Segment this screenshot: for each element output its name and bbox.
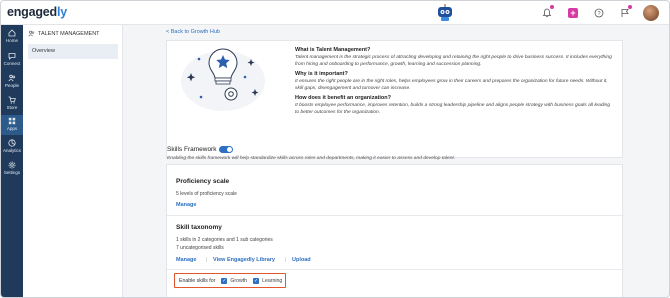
flag-icon[interactable] bbox=[615, 5, 635, 21]
sidebar-item-label: Analytics bbox=[2, 148, 21, 153]
answer-what-is-tm: Talent management is the strategic proce… bbox=[295, 55, 612, 67]
skill-taxonomy-title: Skill taxonomy bbox=[176, 224, 222, 231]
sidebar-item-label: Settings bbox=[3, 170, 21, 175]
upload-link[interactable]: Upload bbox=[292, 257, 311, 263]
back-to-growth-hub-link[interactable]: < Back to Growth Hub bbox=[166, 29, 220, 35]
people-icon bbox=[8, 74, 16, 82]
gear-icon bbox=[8, 161, 16, 169]
submenu-title: TALENT MANAGEMENT bbox=[38, 30, 100, 37]
notifications-icon[interactable] bbox=[537, 5, 557, 21]
learning-checkbox[interactable]: ✓ bbox=[253, 277, 260, 284]
sidebar-item-label: Apps bbox=[6, 126, 18, 131]
learning-checkbox-label[interactable]: Learning bbox=[262, 278, 282, 284]
link-separator: | bbox=[285, 257, 287, 263]
talent-management-menu: TALENT MANAGEMENT Overview bbox=[23, 25, 123, 297]
people-icon bbox=[28, 30, 35, 37]
sidebar-item-label: People bbox=[4, 83, 19, 88]
analytics-icon bbox=[8, 139, 16, 147]
flag-dot bbox=[628, 5, 632, 9]
question-how-benefit: How does it benefit an organization? bbox=[295, 95, 391, 101]
sidebar-item-apps[interactable]: Apps bbox=[1, 115, 23, 135]
notification-dot bbox=[550, 5, 554, 9]
top-icons: + ? bbox=[531, 5, 661, 21]
link-separator: | bbox=[206, 257, 208, 263]
section-divider bbox=[167, 215, 624, 216]
proficiency-scale-title: Proficiency scale bbox=[176, 178, 230, 185]
skills-framework-title: Skills Framework bbox=[167, 146, 217, 153]
view-engagedly-library-link[interactable]: View Engagedly Library bbox=[213, 257, 275, 263]
svg-text:?: ? bbox=[597, 11, 600, 17]
answer-how-benefit: It boosts employee performance, improves… bbox=[295, 103, 611, 115]
help-icon[interactable]: ? bbox=[589, 5, 609, 21]
skills-framework-panel: Proficiency scale 5 levels of proficienc… bbox=[166, 164, 624, 297]
info-card: What is Talent Management? Talent manage… bbox=[166, 40, 623, 158]
sidebar-item-label: Store bbox=[6, 105, 18, 110]
sidebar-item-label: Connect bbox=[3, 61, 21, 66]
growth-checkbox[interactable]: ✓ bbox=[221, 277, 228, 284]
sidebar-item-home[interactable]: Home bbox=[1, 29, 23, 43]
taxonomy-summary-line1: 1 skills in 2 categories and 1 sub categ… bbox=[176, 237, 273, 243]
question-why-important: Why is it important? bbox=[295, 71, 348, 77]
sidebar-item-store[interactable]: Store bbox=[1, 96, 23, 110]
submenu-header: TALENT MANAGEMENT bbox=[28, 30, 100, 37]
avatar[interactable] bbox=[641, 5, 661, 21]
section-divider bbox=[167, 269, 624, 270]
top-bar: engagedly + ? bbox=[1, 1, 669, 25]
apps-icon bbox=[8, 117, 16, 125]
skills-framework-description: Enabling the skills framework will help … bbox=[167, 156, 456, 161]
taxonomy-summary-line2: 7 uncategorised skills bbox=[176, 245, 224, 251]
chat-icon bbox=[8, 53, 16, 60]
main-sidebar: Home Connect People Store Apps Analytics… bbox=[1, 25, 23, 297]
create-plus-icon[interactable]: + bbox=[563, 5, 583, 21]
robot-mascot-icon[interactable] bbox=[435, 4, 455, 22]
main-content: < Back to Growth Hub What is Talent Mana… bbox=[128, 25, 669, 297]
engagedly-logo[interactable]: engagedly bbox=[7, 5, 67, 19]
sidebar-item-people[interactable]: People bbox=[1, 74, 23, 88]
cart-icon bbox=[8, 96, 16, 104]
home-icon bbox=[8, 29, 16, 37]
enable-skills-label: Enable skills for bbox=[179, 277, 216, 284]
taxonomy-manage-link[interactable]: Manage bbox=[176, 257, 196, 263]
answer-why-important: It ensures the right people are in the r… bbox=[295, 79, 608, 91]
skills-framework-header: Skills Framework bbox=[167, 146, 234, 153]
submenu-item-overview[interactable]: Overview bbox=[28, 44, 118, 59]
sidebar-item-connect[interactable]: Connect bbox=[1, 52, 23, 66]
growth-checkbox-label[interactable]: Growth bbox=[230, 278, 247, 284]
sidebar-item-analytics[interactable]: Analytics bbox=[1, 139, 23, 153]
info-text-block: What is Talent Management? Talent manage… bbox=[295, 45, 613, 119]
talent-illustration bbox=[181, 48, 265, 111]
sidebar-item-settings[interactable]: Settings bbox=[1, 161, 23, 175]
sidebar-item-label: Home bbox=[5, 38, 18, 43]
proficiency-manage-link[interactable]: Manage bbox=[176, 202, 196, 208]
proficiency-scale-text: 5 levels of proficiency scale bbox=[176, 191, 237, 197]
app-window: engagedly + ? Home Connect People Store … bbox=[0, 0, 670, 298]
question-what-is-tm: What is Talent Management? bbox=[295, 47, 371, 53]
skills-framework-toggle[interactable] bbox=[219, 146, 234, 153]
enable-skills-box: Enable skills for ✓ Growth ✓ Learning bbox=[174, 273, 286, 288]
